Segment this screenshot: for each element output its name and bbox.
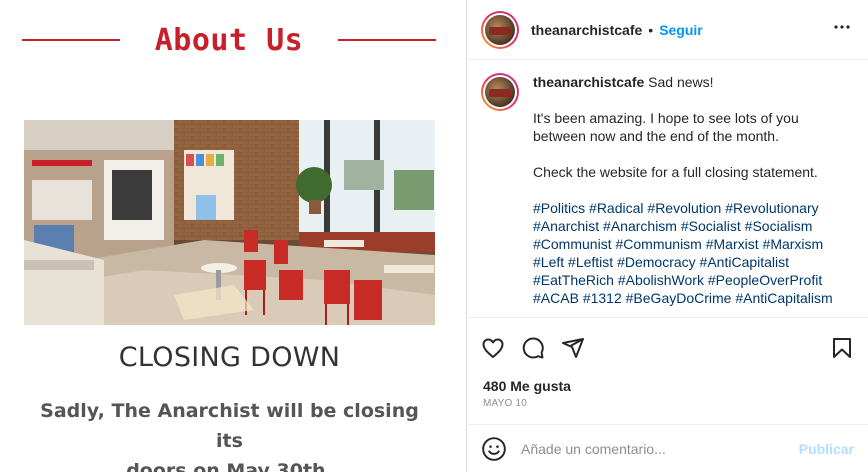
heart-icon[interactable] <box>481 336 505 360</box>
separator-dot: • <box>648 21 654 38</box>
bookmark-icon[interactable] <box>830 336 854 360</box>
hashtag-link[interactable]: #AntiCapitalist <box>700 254 790 270</box>
hashtag-link[interactable]: #ACAB <box>533 290 579 306</box>
heading-rule-left <box>22 39 120 41</box>
caption-area[interactable]: theanarchistcafe Sad news! It's been ama… <box>467 61 868 317</box>
hashtag-link[interactable]: #Communism <box>615 236 701 252</box>
publish-button[interactable]: Publicar <box>799 441 854 457</box>
avatar[interactable] <box>481 10 519 49</box>
caption-avatar[interactable] <box>481 73 519 111</box>
hashtag-link[interactable]: #Marxism <box>763 236 824 252</box>
closing-line-2: doors on May 30th. <box>126 460 333 472</box>
comment-input[interactable] <box>521 440 799 457</box>
comment-icon[interactable] <box>521 336 545 360</box>
hashtag-list: #Politics #Radical #Revolution #Revoluti… <box>533 199 833 307</box>
hashtag-link[interactable]: #Revolutionary <box>725 200 818 216</box>
hashtag-link[interactable]: #Communist <box>533 236 612 252</box>
comment-bar: Publicar <box>467 424 868 472</box>
hashtag-link[interactable]: #Marxist <box>706 236 759 252</box>
hashtag-link[interactable]: #Anarchism <box>603 218 677 234</box>
closing-down-title: CLOSING DOWN <box>118 342 341 373</box>
more-options-icon[interactable] <box>830 15 854 44</box>
hashtag-link[interactable]: #Democracy <box>617 254 696 270</box>
hashtag-link[interactable]: #1312 <box>583 290 622 306</box>
post-image[interactable]: About Us CLOSING DOWN Sadly, The Anarchi… <box>0 0 466 472</box>
closing-date-text: Sadly, The Anarchist will be closing its… <box>24 396 435 472</box>
about-heading: About Us <box>154 22 304 58</box>
post-details-panel: theanarchistcafe • Seguir theanarchistca… <box>466 0 868 472</box>
hashtag-link[interactable]: #Politics <box>533 200 585 216</box>
cafe-photo <box>24 120 435 325</box>
caption-paragraph-2: It's been amazing. I hope to see lots of… <box>533 110 799 144</box>
hashtag-link[interactable]: #AbolishWork <box>618 272 704 288</box>
follow-button[interactable]: Seguir <box>659 22 703 38</box>
about-heading-row: About Us <box>22 18 436 62</box>
heading-rule-right <box>338 39 436 41</box>
caption-text: theanarchistcafe Sad news! It's been ama… <box>533 73 833 307</box>
actions-section: 480 Me gusta MAYO 10 <box>467 317 868 409</box>
share-icon[interactable] <box>561 336 585 360</box>
hashtag-link[interactable]: #Left <box>533 254 564 270</box>
hashtag-link[interactable]: #Socialism <box>745 218 813 234</box>
hashtag-link[interactable]: #EatTheRich <box>533 272 614 288</box>
caption-username[interactable]: theanarchistcafe <box>533 74 644 90</box>
caption-first-line: Sad news! <box>648 74 714 90</box>
likes-count[interactable]: 480 Me gusta <box>467 378 868 394</box>
hashtag-link[interactable]: #Leftist <box>568 254 613 270</box>
hashtag-link[interactable]: #Revolution <box>647 200 721 216</box>
closing-line-1: Sadly, The Anarchist will be closing its <box>40 400 419 452</box>
hashtag-link[interactable]: #Anarchist <box>533 218 599 234</box>
hashtag-link[interactable]: #Socialist <box>681 218 741 234</box>
action-bar <box>467 318 868 378</box>
post-header: theanarchistcafe • Seguir <box>467 0 868 60</box>
hashtag-link[interactable]: #AntiCapitalism <box>735 290 832 306</box>
emoji-icon[interactable] <box>481 436 507 462</box>
avatar-image <box>485 14 515 45</box>
post-date[interactable]: MAYO 10 <box>467 398 868 409</box>
hashtag-link[interactable]: #PeopleOverProfit <box>708 272 822 288</box>
caption-paragraph-3: Check the website for a full closing sta… <box>533 164 818 180</box>
hashtag-link[interactable]: #BeGayDoCrime <box>626 290 732 306</box>
hashtag-link[interactable]: #Radical <box>589 200 643 216</box>
header-username[interactable]: theanarchistcafe <box>531 22 642 38</box>
